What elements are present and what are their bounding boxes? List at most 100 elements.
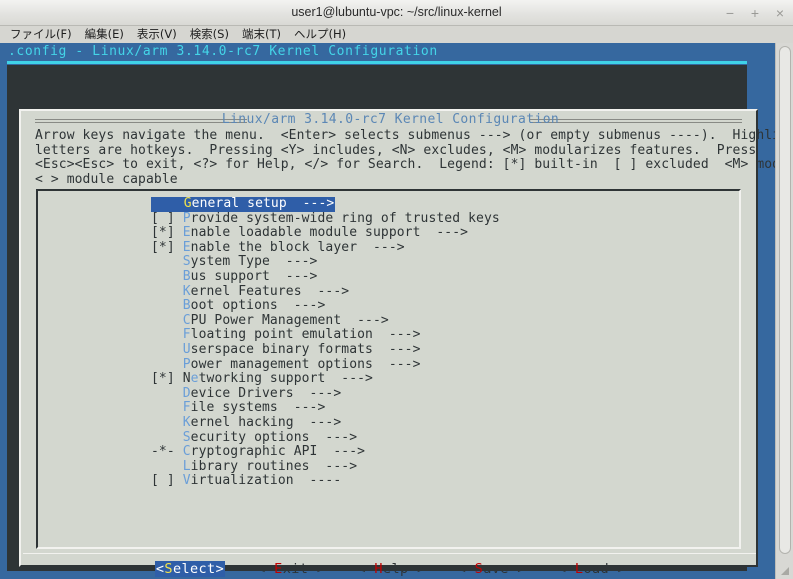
config-menu-item[interactable]: Kernel Features ---> xyxy=(151,283,500,300)
dialog-button-bar: <Select> < Exit > < Help > < Save > < Load > xyxy=(21,561,760,577)
window-controls: − + × xyxy=(723,0,787,25)
config-menu-item[interactable]: Userspace binary formats ---> xyxy=(151,341,500,358)
config-item-tag xyxy=(151,269,183,284)
config-item-hotkey: F xyxy=(182,327,191,343)
dialog-button-elp[interactable]: < Help > xyxy=(357,561,425,577)
config-menu-item[interactable]: Kernel hacking ---> xyxy=(151,414,500,431)
dialog-button-oad[interactable]: < Load > xyxy=(558,561,626,577)
config-menu-item[interactable]: [*] Enable loadable module support ---> xyxy=(151,225,500,241)
menubar-item-3[interactable]: 検索(S) xyxy=(190,26,229,43)
config-menu-item[interactable]: General setup ---> xyxy=(151,196,336,212)
config-item-hotkey: P xyxy=(182,210,191,226)
config-item-label-pre: N xyxy=(182,371,191,387)
button-label: ave xyxy=(483,561,509,577)
config-menu-item[interactable]: Floating point emulation ---> xyxy=(151,328,500,343)
config-item-hotkey: S xyxy=(182,429,191,445)
config-item-label: ystem Type ---> xyxy=(190,254,318,270)
config-item-label: us support ---> xyxy=(190,268,318,284)
button-hotkey: S xyxy=(474,561,484,577)
dialog-title: Linux/arm 3.14.0-rc7 Kernel Configuratio… xyxy=(213,112,568,127)
config-menu-item[interactable]: Bus support ---> xyxy=(151,268,500,285)
button-bracket-right: > xyxy=(609,561,627,577)
config-item-tag xyxy=(151,284,183,299)
config-menu-list[interactable]: General setup --->[ ] Provide system-wid… xyxy=(151,196,500,489)
button-bracket-left: < xyxy=(557,561,575,577)
config-item-hotkey: B xyxy=(182,298,191,314)
config-menu-item[interactable]: System Type ---> xyxy=(151,255,500,270)
button-label: oad xyxy=(583,561,610,577)
terminal-content[interactable]: .config - Linux/arm 3.14.0-rc7 Kernel Co… xyxy=(0,43,783,579)
config-item-tag xyxy=(152,196,184,211)
config-menu-item[interactable]: Boot options ---> xyxy=(151,298,500,314)
dialog-button-elect[interactable]: <Select> xyxy=(154,561,226,577)
config-menu-item[interactable]: Power management options ---> xyxy=(151,356,500,373)
config-item-tag: [*] xyxy=(151,371,183,387)
config-item-tag xyxy=(151,313,183,328)
dialog-button-xit[interactable]: < Exit > xyxy=(257,561,325,577)
config-item-hotkey: P xyxy=(182,356,191,372)
config-item-tag xyxy=(151,327,183,342)
config-item-hotkey: E xyxy=(182,225,191,241)
menubar-item-5[interactable]: ヘルプ(H) xyxy=(294,26,346,43)
config-menu-item[interactable]: File systems ---> xyxy=(151,401,500,416)
config-item-label: serspace binary formats ---> xyxy=(190,341,421,357)
dialog-button-ave[interactable]: < Save > xyxy=(458,561,526,577)
button-label: elp xyxy=(382,561,409,577)
terminal-header-underline xyxy=(7,61,747,64)
config-item-label: ernel hacking ---> xyxy=(190,414,342,430)
config-menu-item[interactable]: Device Drivers ---> xyxy=(151,386,500,402)
config-item-label: ernel Features ---> xyxy=(190,283,350,299)
maximize-icon[interactable]: + xyxy=(748,6,762,20)
terminal-header-text: .config - Linux/arm 3.14.0-rc7 Kernel Co… xyxy=(8,44,438,59)
button-bracket-left: < xyxy=(257,561,275,577)
kconfig-dialog: Linux/arm 3.14.0-rc7 Kernel Configuratio… xyxy=(19,109,783,577)
menubar-item-2[interactable]: 表示(V) xyxy=(137,26,177,43)
config-menu-item[interactable]: [*] Networking support ---> xyxy=(151,371,500,387)
terminal-scrollbar[interactable] xyxy=(775,43,793,579)
config-item-tag xyxy=(151,386,183,401)
config-menu-item[interactable]: [ ] Virtualization ---- xyxy=(151,473,500,489)
config-menu-item[interactable]: CPU Power Management ---> xyxy=(151,313,500,329)
config-item-tag: [ ] xyxy=(151,210,183,226)
config-item-tag: -*- xyxy=(151,444,183,460)
button-hotkey: S xyxy=(164,561,173,577)
config-item-hotkey: L xyxy=(182,458,191,474)
config-item-label: ecurity options ---> xyxy=(190,429,358,445)
menubar-item-4[interactable]: 端末(T) xyxy=(242,26,281,43)
config-menu-item[interactable]: [*] Enable the block layer ---> xyxy=(151,239,500,256)
menubar-item-1[interactable]: 編集(E) xyxy=(85,26,124,43)
close-icon[interactable]: × xyxy=(773,6,787,20)
config-menu-item[interactable]: Security options ---> xyxy=(151,429,500,446)
terminal-header-line: .config - Linux/arm 3.14.0-rc7 Kernel Co… xyxy=(0,43,783,65)
config-item-tag: [ ] xyxy=(151,473,183,489)
dialog-help-text: Arrow keys navigate the menu. <Enter> se… xyxy=(35,128,783,187)
button-bracket-left: < xyxy=(457,561,475,577)
config-item-label: irtualization ---- xyxy=(190,473,342,489)
config-item-label: ower management options ---> xyxy=(190,356,421,372)
config-item-hotkey: K xyxy=(182,414,191,430)
config-item-hotkey: e xyxy=(190,371,199,387)
scrollbar-thumb[interactable] xyxy=(779,46,791,554)
button-separator xyxy=(23,553,756,554)
button-hotkey: H xyxy=(374,561,383,577)
config-item-label: loating point emulation ---> xyxy=(190,327,421,343)
config-item-label: tworking support ---> xyxy=(198,371,373,387)
config-item-tag: [*] xyxy=(151,225,183,241)
button-hotkey: E xyxy=(274,561,283,577)
button-bracket-right: > xyxy=(215,561,225,577)
menubar: ファイル(F) 編集(E) 表示(V) 検索(S) 端末(T) ヘルプ(H) xyxy=(0,26,793,43)
config-item-tag xyxy=(151,357,183,372)
config-menu-item[interactable]: Library routines ---> xyxy=(151,458,500,475)
config-item-tag: [*] xyxy=(151,239,183,255)
resize-grip-icon[interactable] xyxy=(780,566,790,576)
config-item-tag xyxy=(151,342,183,357)
button-bracket-left: < xyxy=(357,561,375,577)
button-label: xit xyxy=(282,561,309,577)
config-item-tag xyxy=(151,400,183,415)
minimize-icon[interactable]: − xyxy=(723,6,737,20)
config-item-tag xyxy=(151,430,183,445)
config-menu-item[interactable]: -*- Cryptographic API ---> xyxy=(151,444,500,460)
config-item-hotkey: V xyxy=(182,473,191,489)
menubar-item-0[interactable]: ファイル(F) xyxy=(10,26,72,43)
config-menu-item[interactable]: [ ] Provide system-wide ring of trusted … xyxy=(151,210,500,227)
